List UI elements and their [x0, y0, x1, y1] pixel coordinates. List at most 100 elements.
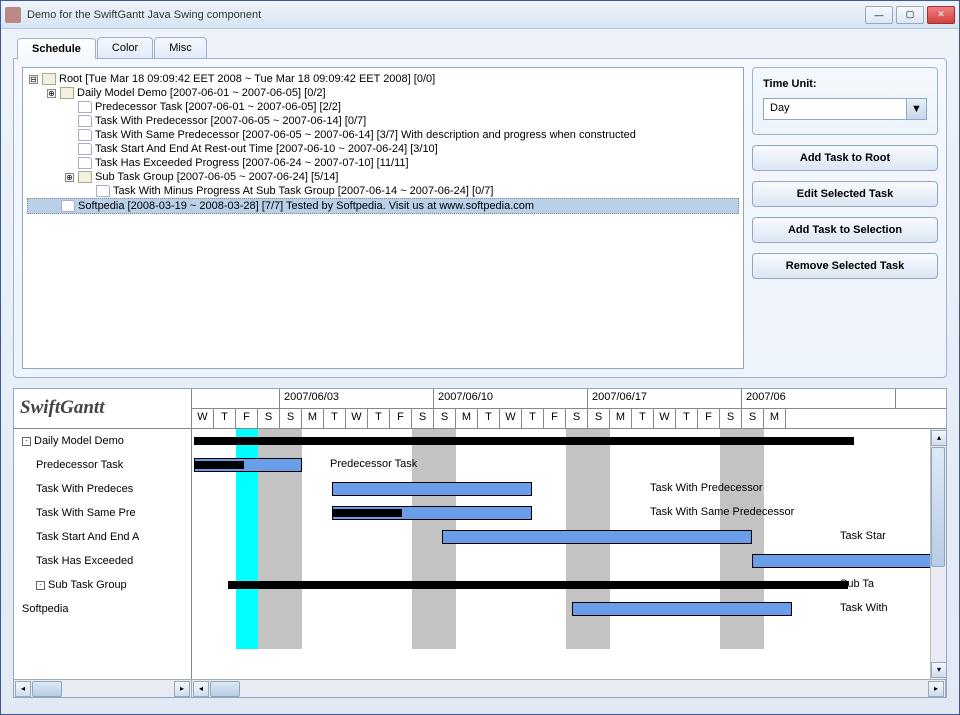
tree-row[interactable]: ⊕Sub Task Group [2007-06-05 ~ 2007-06-24…: [27, 170, 739, 184]
tree-row[interactable]: ⊕ Daily Model Demo [2007-06-01 ~ 2007-06-…: [27, 86, 739, 100]
gantt-task-row[interactable]: -Sub Task Group: [14, 573, 191, 597]
left-hscroll[interactable]: ◂ ▸: [14, 680, 192, 697]
gantt-body[interactable]: Predecessor TaskTask With PredecessorTas…: [192, 429, 946, 649]
tree-row[interactable]: Softpedia [2008-03-19 ~ 2008-03-28] [7/7…: [27, 198, 739, 214]
day-header: T: [368, 409, 390, 428]
tab-bar: Schedule Color Misc: [17, 37, 947, 58]
right-hscroll[interactable]: ◂ ▸: [192, 680, 946, 697]
gantt-bar[interactable]: [752, 554, 932, 568]
gantt-bar-label: Task With Same Predecessor: [650, 506, 794, 518]
window-buttons: — ▢ ✕: [865, 6, 955, 24]
gantt-bar[interactable]: [442, 530, 752, 544]
remove-task-button[interactable]: Remove Selected Task: [752, 253, 938, 279]
gantt-bar[interactable]: [194, 437, 854, 445]
expand-toggle[interactable]: ⊟: [29, 75, 38, 84]
java-icon: [5, 7, 21, 23]
day-header: W: [654, 409, 676, 428]
tree-row[interactable]: Task With Same Predecessor [2007-06-05 ~…: [27, 128, 739, 142]
tree-row-label: Daily Model Demo [2007-06-01 ~ 2007-06-0…: [77, 87, 326, 99]
day-header: F: [544, 409, 566, 428]
schedule-panel: ⊟Root [Tue Mar 18 09:09:42 EET 2008 ~ Tu…: [13, 58, 947, 378]
date-header: 2007/06/17: [588, 389, 742, 408]
tab-schedule[interactable]: Schedule: [17, 38, 96, 59]
gantt-bar[interactable]: [332, 482, 532, 496]
titlebar[interactable]: Demo for the SwiftGantt Java Swing compo…: [1, 1, 959, 29]
gantt-task-label: Task With Predeces: [36, 483, 133, 495]
day-header: S: [434, 409, 456, 428]
add-task-root-button[interactable]: Add Task to Root: [752, 145, 938, 171]
chevron-down-icon[interactable]: ▼: [906, 99, 926, 119]
tree-row-label: Softpedia [2008-03-19 ~ 2008-03-28] [7/7…: [78, 200, 534, 212]
expand-toggle[interactable]: ⊕: [47, 89, 56, 98]
tree-row[interactable]: Task With Predecessor [2007-06-05 ~ 2007…: [27, 114, 739, 128]
gantt-task-label: Daily Model Demo: [34, 435, 124, 447]
minimize-button[interactable]: —: [865, 6, 893, 24]
day-header: S: [742, 409, 764, 428]
gantt-task-row[interactable]: -Daily Model Demo: [14, 429, 191, 453]
day-header: T: [324, 409, 346, 428]
gantt-bar[interactable]: [572, 602, 792, 616]
day-header: S: [280, 409, 302, 428]
tree-row[interactable]: Task With Minus Progress At Sub Task Gro…: [27, 184, 739, 198]
folder-icon: [60, 87, 74, 99]
gantt-bar-label: Sub Ta: [840, 578, 874, 590]
close-button[interactable]: ✕: [927, 6, 955, 24]
tree-row[interactable]: Predecessor Task [2007-06-01 ~ 2007-06-0…: [27, 100, 739, 114]
app-window: Demo for the SwiftGantt Java Swing compo…: [0, 0, 960, 715]
gantt-task-row[interactable]: Softpedia: [14, 597, 191, 621]
gantt-timeline[interactable]: 2007/06/032007/06/102007/06/172007/06 WT…: [192, 389, 946, 679]
doc-icon: [61, 200, 75, 212]
tree-row-label: Predecessor Task [2007-06-01 ~ 2007-06-0…: [95, 101, 341, 113]
expand-toggle[interactable]: ⊕: [65, 173, 74, 182]
tab-color[interactable]: Color: [97, 37, 153, 58]
tree-row-label: Task With Predecessor [2007-06-05 ~ 2007…: [95, 115, 366, 127]
gantt-task-label: Sub Task Group: [48, 579, 127, 591]
day-header: W: [192, 409, 214, 428]
date-header: [192, 389, 280, 408]
expand-toggle[interactable]: -: [22, 437, 31, 446]
doc-icon: [78, 115, 92, 127]
tab-misc[interactable]: Misc: [154, 37, 207, 58]
tree-row[interactable]: Task Start And End At Rest-out Time [200…: [27, 142, 739, 156]
expand-toggle[interactable]: -: [36, 581, 45, 590]
timeline-column: [896, 429, 918, 649]
date-header: 2007/06: [742, 389, 896, 408]
folder-icon: [42, 73, 56, 85]
time-unit-value: Day: [764, 99, 906, 119]
gantt-task-row[interactable]: Task Start And End A: [14, 525, 191, 549]
side-panel: Time Unit: Day ▼ Add Task to Root Edit S…: [752, 67, 938, 369]
gantt-chart: SwiftGantt -Daily Model DemoPredecessor …: [13, 388, 947, 698]
day-header: M: [456, 409, 478, 428]
doc-icon: [78, 157, 92, 169]
task-tree[interactable]: ⊟Root [Tue Mar 18 09:09:42 EET 2008 ~ Tu…: [22, 67, 744, 369]
vertical-scrollbar[interactable]: ▴ ▾: [930, 429, 946, 679]
day-header: T: [478, 409, 500, 428]
gantt-bar[interactable]: [332, 509, 402, 517]
day-header: T: [676, 409, 698, 428]
tree-row[interactable]: Task Has Exceeded Progress [2007-06-24 ~…: [27, 156, 739, 170]
add-task-selection-button[interactable]: Add Task to Selection: [752, 217, 938, 243]
timeline-column: [786, 429, 808, 649]
maximize-button[interactable]: ▢: [896, 6, 924, 24]
day-header: S: [720, 409, 742, 428]
gantt-bar[interactable]: [194, 461, 244, 469]
day-header: T: [632, 409, 654, 428]
gantt-task-row[interactable]: Task With Same Pre: [14, 501, 191, 525]
day-header: S: [412, 409, 434, 428]
gantt-task-row[interactable]: Predecessor Task: [14, 453, 191, 477]
gantt-task-label: Task Has Exceeded: [36, 555, 133, 567]
gantt-task-list: SwiftGantt -Daily Model DemoPredecessor …: [14, 389, 192, 679]
gantt-task-row[interactable]: Task With Predeces: [14, 477, 191, 501]
gantt-bar[interactable]: [228, 581, 848, 589]
time-unit-combo[interactable]: Day ▼: [763, 98, 927, 120]
day-header: M: [610, 409, 632, 428]
gantt-task-label: Task Start And End A: [36, 531, 139, 543]
horizontal-scrollbars: ◂ ▸ ◂ ▸: [14, 679, 946, 697]
tree-row-label: Task Start And End At Rest-out Time [200…: [95, 143, 438, 155]
day-header: F: [698, 409, 720, 428]
gantt-task-row[interactable]: Task Has Exceeded: [14, 549, 191, 573]
time-unit-group: Time Unit: Day ▼: [752, 67, 938, 135]
day-header: S: [588, 409, 610, 428]
edit-task-button[interactable]: Edit Selected Task: [752, 181, 938, 207]
tree-row[interactable]: ⊟Root [Tue Mar 18 09:09:42 EET 2008 ~ Tu…: [27, 72, 739, 86]
